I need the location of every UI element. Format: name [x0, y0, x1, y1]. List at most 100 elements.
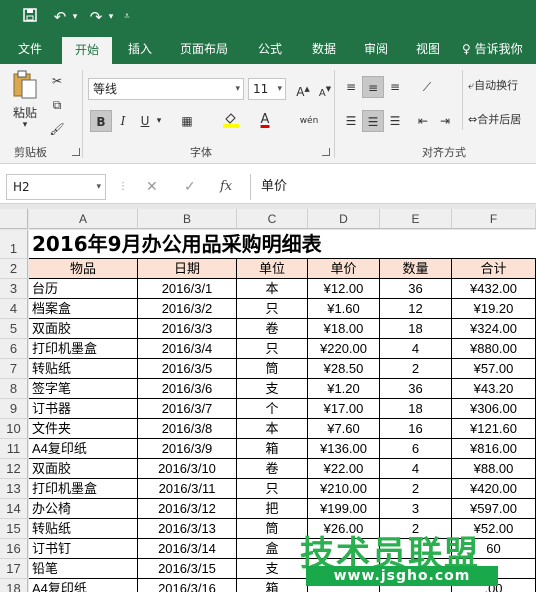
align-left-icon[interactable]: ☰ — [340, 110, 362, 132]
row-header-13[interactable]: 13 — [0, 479, 28, 499]
table-cell[interactable]: 2016/3/8 — [138, 419, 237, 439]
copy-icon[interactable]: ⧉ — [46, 94, 68, 116]
table-cell[interactable]: 本 — [237, 279, 308, 299]
table-cell[interactable]: ¥880.00 — [452, 339, 536, 359]
table-cell[interactable]: 3 — [380, 499, 452, 519]
table-cell[interactable]: ¥22.00 — [308, 459, 380, 479]
sheet-title[interactable]: 2016年9月办公用品采购明细表 — [29, 230, 536, 259]
table-cell[interactable]: 箱 — [237, 439, 308, 459]
font-launcher-icon[interactable] — [322, 148, 330, 156]
save-icon[interactable] — [20, 7, 40, 27]
row-header-14[interactable]: 14 — [0, 499, 28, 519]
tab-data[interactable]: 数据 — [302, 34, 346, 64]
redo-icon[interactable]: ↷ — [86, 7, 106, 27]
table-cell[interactable]: ¥210.00 — [308, 479, 380, 499]
name-box[interactable]: H2 ▾ — [6, 174, 106, 200]
insert-function-icon[interactable]: fx — [220, 174, 232, 200]
select-all-corner[interactable] — [0, 209, 28, 229]
table-cell[interactable]: ¥432.00 — [452, 279, 536, 299]
grow-font-button[interactable]: A▲ — [292, 78, 314, 100]
table-cell[interactable]: ¥12.00 — [308, 279, 380, 299]
table-cell[interactable]: 台历 — [29, 279, 138, 299]
table-cell[interactable]: 6 — [380, 439, 452, 459]
formula-input[interactable]: 单价 — [250, 174, 536, 200]
table-cell[interactable]: 盒 — [237, 539, 308, 559]
table-cell[interactable]: ¥88.00 — [452, 459, 536, 479]
table-cell[interactable]: ¥1.60 — [308, 299, 380, 319]
bold-button[interactable]: B — [90, 110, 112, 132]
table-cell[interactable]: 筒 — [237, 359, 308, 379]
tab-page-layout[interactable]: 页面布局 — [172, 34, 236, 64]
row-header-8[interactable]: 8 — [0, 379, 28, 399]
table-cell[interactable]: 档案盒 — [29, 299, 138, 319]
clipboard-launcher-icon[interactable] — [72, 148, 80, 156]
table-cell[interactable]: 支 — [237, 379, 308, 399]
phonetic-icon[interactable]: wén — [298, 110, 320, 132]
table-cell[interactable]: 12 — [380, 299, 452, 319]
table-cell[interactable]: 卷 — [237, 319, 308, 339]
table-cell[interactable]: 2016/3/6 — [138, 379, 237, 399]
table-cell[interactable]: 打印机墨盒 — [29, 479, 138, 499]
table-cell[interactable]: 个 — [237, 399, 308, 419]
table-cell[interactable]: 2 — [380, 479, 452, 499]
table-cell[interactable]: 支 — [237, 559, 308, 579]
column-title-cell[interactable]: 日期 — [138, 259, 237, 279]
tab-insert[interactable]: 插入 — [118, 34, 162, 64]
table-cell[interactable]: 2016/3/15 — [138, 559, 237, 579]
row-header-11[interactable]: 11 — [0, 439, 28, 459]
row-header-12[interactable]: 12 — [0, 459, 28, 479]
column-header-c[interactable]: C — [237, 209, 308, 229]
table-cell[interactable]: 双面胶 — [29, 459, 138, 479]
table-cell[interactable]: 2016/3/4 — [138, 339, 237, 359]
table-cell[interactable]: ¥7.60 — [308, 419, 380, 439]
row-header-16[interactable]: 16 — [0, 539, 28, 559]
row-header-4[interactable]: 4 — [0, 299, 28, 319]
align-middle-icon[interactable]: ≡ — [362, 76, 384, 98]
table-cell[interactable]: 2016/3/16 — [138, 579, 237, 592]
merge-center-button[interactable]: ⇔合并后居 — [468, 110, 536, 130]
tab-view[interactable]: 视图 — [406, 34, 450, 64]
column-header-b[interactable]: B — [138, 209, 237, 229]
align-top-icon[interactable]: ≡ — [340, 76, 362, 98]
table-cell[interactable]: 箱 — [237, 579, 308, 592]
table-cell[interactable]: 筒 — [237, 519, 308, 539]
table-cell[interactable]: 铅笔 — [29, 559, 138, 579]
column-header-f[interactable]: F — [452, 209, 536, 229]
cancel-icon[interactable]: ✕ — [146, 174, 158, 200]
fill-color-icon[interactable] — [220, 110, 242, 132]
row-header-18[interactable]: 18 — [0, 579, 28, 592]
orientation-icon[interactable]: ⟋ — [416, 76, 438, 98]
table-cell[interactable]: 2016/3/7 — [138, 399, 237, 419]
decrease-indent-icon[interactable]: ⇤ — [412, 110, 434, 132]
tab-file[interactable]: 文件 — [8, 34, 52, 64]
row-header-10[interactable]: 10 — [0, 419, 28, 439]
undo-dropdown-icon[interactable]: ▾ — [70, 7, 80, 27]
table-cell[interactable]: 18 — [380, 319, 452, 339]
column-header-e[interactable]: E — [380, 209, 452, 229]
row-header-15[interactable]: 15 — [0, 519, 28, 539]
table-cell[interactable]: ¥57.00 — [452, 359, 536, 379]
table-cell[interactable]: 2016/3/14 — [138, 539, 237, 559]
table-cell[interactable]: 办公椅 — [29, 499, 138, 519]
table-cell[interactable]: ¥19.20 — [452, 299, 536, 319]
table-cell[interactable]: ¥220.00 — [308, 339, 380, 359]
table-cell[interactable]: ¥1.20 — [308, 379, 380, 399]
table-cell[interactable]: 只 — [237, 299, 308, 319]
table-cell[interactable]: ¥597.00 — [452, 499, 536, 519]
table-cell[interactable]: 转贴纸 — [29, 519, 138, 539]
table-cell[interactable]: 18 — [380, 399, 452, 419]
wrap-text-button[interactable]: ⤶自动换行 — [468, 76, 536, 96]
row-header-5[interactable]: 5 — [0, 319, 28, 339]
row-header-2[interactable]: 2 — [0, 259, 28, 279]
align-center-icon[interactable]: ☰ — [362, 110, 384, 132]
customize-qat-icon[interactable]: ⩡ — [120, 7, 134, 27]
table-cell[interactable]: 只 — [237, 479, 308, 499]
table-cell[interactable]: 2016/3/11 — [138, 479, 237, 499]
table-cell[interactable]: 订书钉 — [29, 539, 138, 559]
table-cell[interactable]: 2016/3/10 — [138, 459, 237, 479]
redo-dropdown-icon[interactable]: ▾ — [106, 7, 116, 27]
table-cell[interactable]: ¥18.00 — [308, 319, 380, 339]
row-header-3[interactable]: 3 — [0, 279, 28, 299]
table-cell[interactable]: 2016/3/3 — [138, 319, 237, 339]
column-title-cell[interactable]: 单价 — [308, 259, 380, 279]
